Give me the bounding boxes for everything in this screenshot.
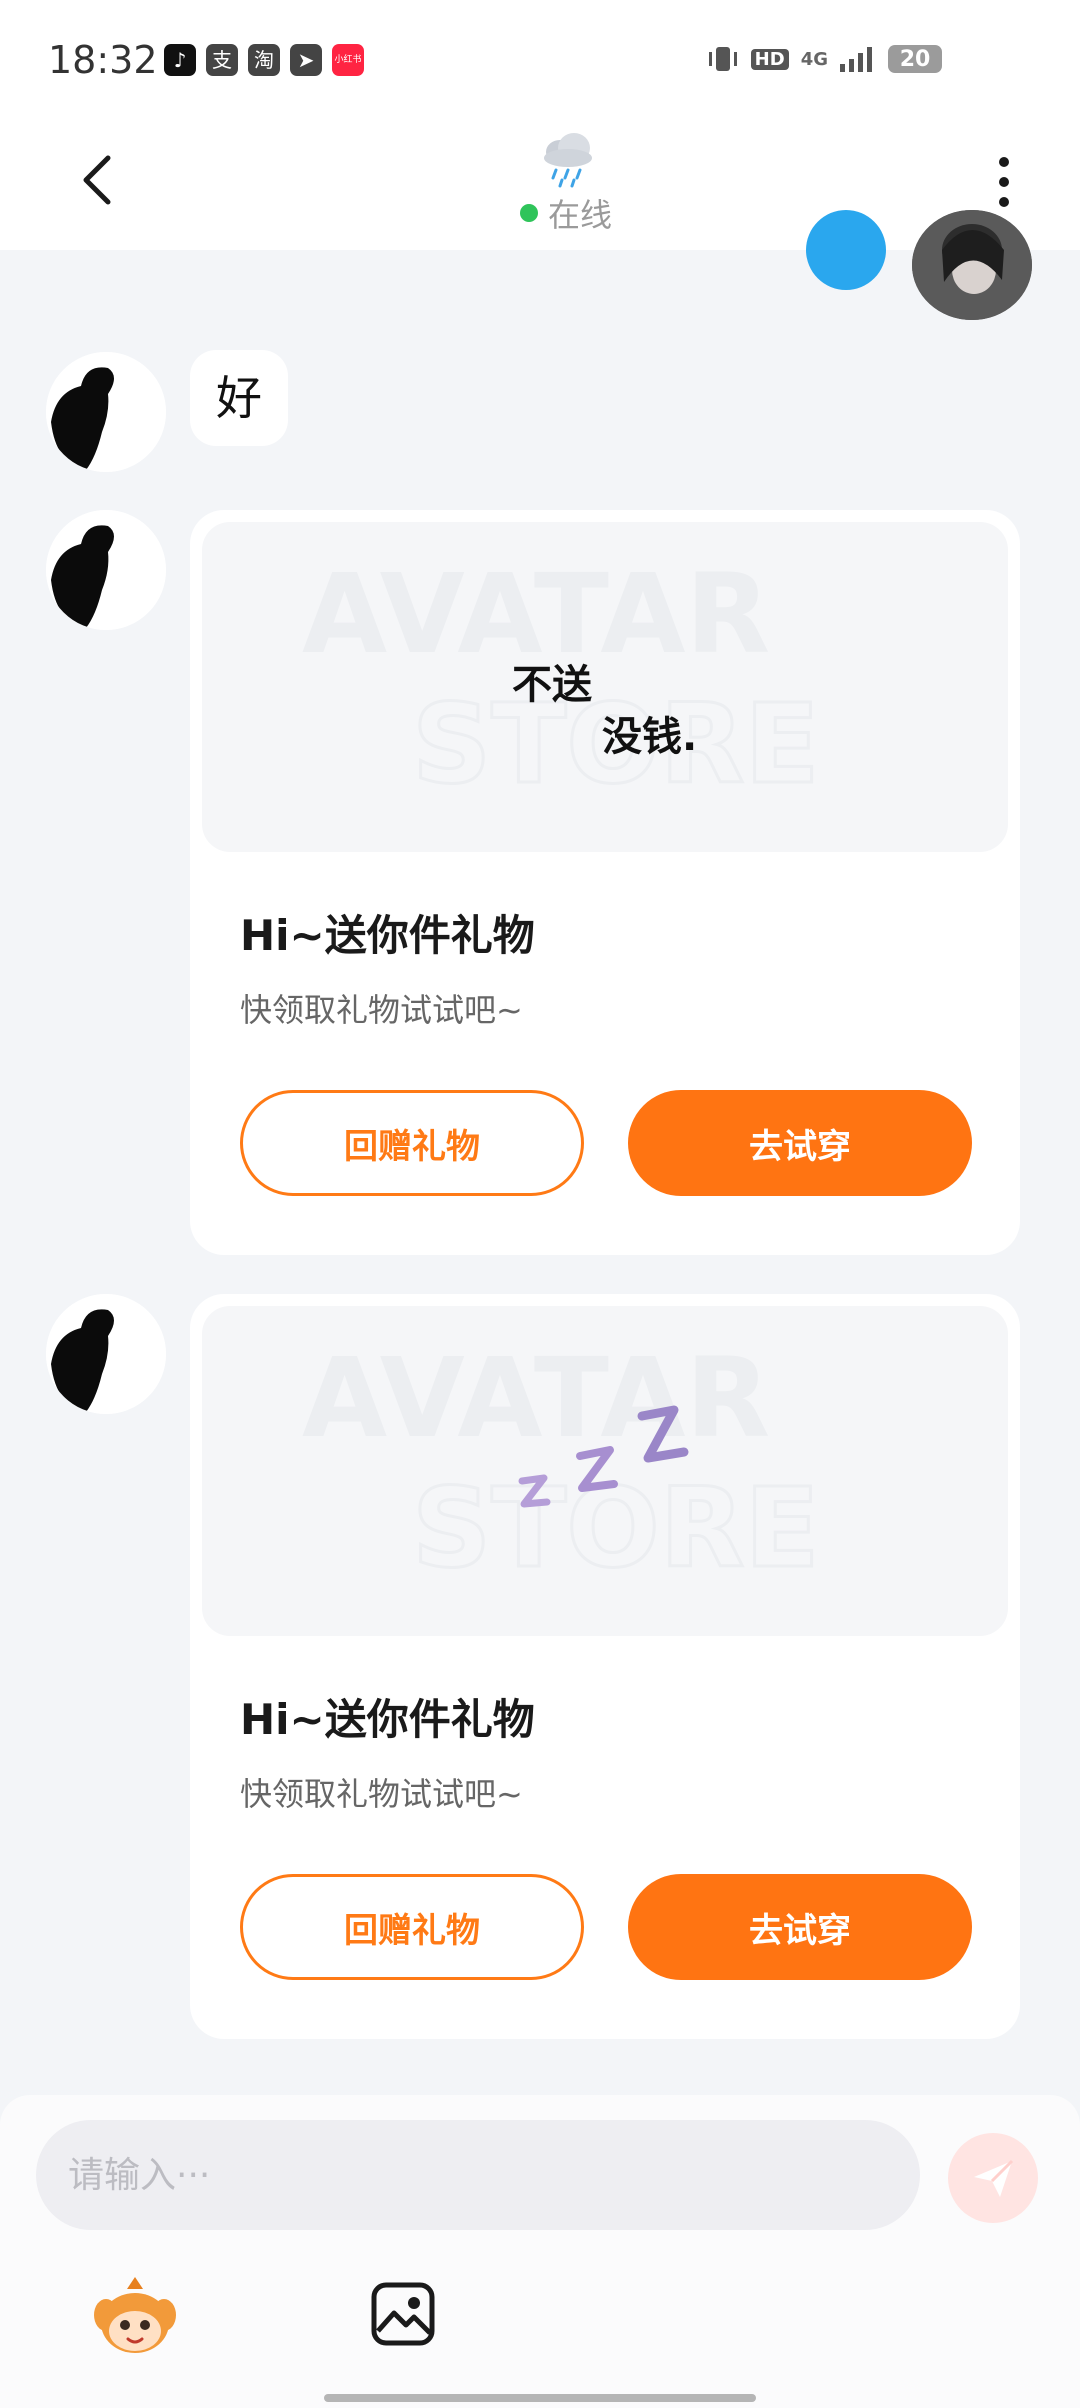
- gift-image: AVATAR STORE: [202, 1306, 1008, 1636]
- silhouette-avatar-image: [46, 510, 166, 630]
- previous-message-badge: [806, 210, 886, 290]
- my-avatar[interactable]: [912, 210, 1032, 320]
- status-bar: 18:32 ♪ 支 淘 ➤ 小红书 HD 4G 20: [0, 0, 1080, 120]
- home-indicator[interactable]: [324, 2394, 756, 2402]
- message-input[interactable]: [66, 2153, 890, 2197]
- vibrate-icon: [708, 47, 737, 71]
- rain-cloud-icon: [544, 133, 592, 188]
- message-text: 好: [216, 371, 262, 425]
- my-avatar-image: [912, 210, 1032, 320]
- system-icons: HD 4G 20: [707, 44, 942, 74]
- hd-label: HD: [750, 48, 789, 70]
- silhouette-avatar-image: [46, 1294, 166, 1414]
- taobao-icon: 淘: [248, 44, 280, 76]
- paper-plane-icon: [974, 2159, 1014, 2197]
- gift-card: AVATAR STORE Hi~送你件礼物 快领取礼物试试吧~ 回赠礼物 去试穿: [190, 1294, 1020, 2039]
- gift-card-subtitle: 快领取礼物试试吧~: [240, 991, 523, 1029]
- gift-image-text-1: 不送: [512, 662, 592, 708]
- gift-card-subtitle: 快领取礼物试试吧~: [240, 1775, 523, 1813]
- back-icon[interactable]: [70, 150, 130, 210]
- online-status: 在线: [520, 190, 612, 236]
- silhouette-avatar-image: [46, 352, 166, 472]
- network-label: 4G: [800, 48, 828, 70]
- signal-icon: [840, 47, 872, 72]
- chat-header: 在线: [0, 120, 1080, 250]
- avatar-store-watermark: AVATAR STORE: [302, 550, 821, 810]
- tiktok-icon: ♪: [164, 44, 196, 76]
- input-panel: [0, 2095, 1080, 2408]
- battery-indicator: 20: [888, 45, 942, 73]
- gift-card: AVATAR STORE 不送 没钱. Hi~送你件礼物 快领取礼物试试吧~ 回…: [190, 510, 1020, 1255]
- more-options-icon[interactable]: [984, 152, 1024, 212]
- mascot-emoji-icon[interactable]: [92, 2275, 178, 2361]
- alipay-icon: 支: [206, 44, 238, 76]
- return-gift-button[interactable]: 回赠礼物: [240, 1090, 584, 1196]
- telegram-icon: ➤: [290, 44, 322, 76]
- try-on-button[interactable]: 去试穿: [628, 1090, 972, 1196]
- online-dot-icon: [520, 204, 538, 222]
- xiaohongshu-icon: 小红书: [332, 44, 364, 76]
- notification-icons: ♪ 支 淘 ➤ 小红书: [164, 44, 364, 76]
- image-gallery-icon[interactable]: [370, 2281, 436, 2347]
- peer-avatar[interactable]: [46, 510, 166, 630]
- gift-image: AVATAR STORE 不送 没钱.: [202, 522, 1008, 852]
- try-on-button[interactable]: 去试穿: [628, 1874, 972, 1980]
- sleeping-zzz-icon: [518, 1405, 689, 1508]
- status-time: 18:32: [48, 38, 158, 82]
- send-button[interactable]: [948, 2133, 1038, 2223]
- online-status-text: 在线: [548, 196, 613, 234]
- message-input-container[interactable]: [36, 2120, 920, 2230]
- return-gift-button[interactable]: 回赠礼物: [240, 1874, 584, 1980]
- message-bubble: 好: [190, 350, 288, 446]
- gift-card-title: Hi~送你件礼物: [240, 911, 535, 960]
- gift-image-text-2: 没钱.: [602, 714, 698, 760]
- peer-avatar[interactable]: [46, 352, 166, 472]
- gift-card-title: Hi~送你件礼物: [240, 1695, 535, 1744]
- peer-avatar[interactable]: [46, 1294, 166, 1414]
